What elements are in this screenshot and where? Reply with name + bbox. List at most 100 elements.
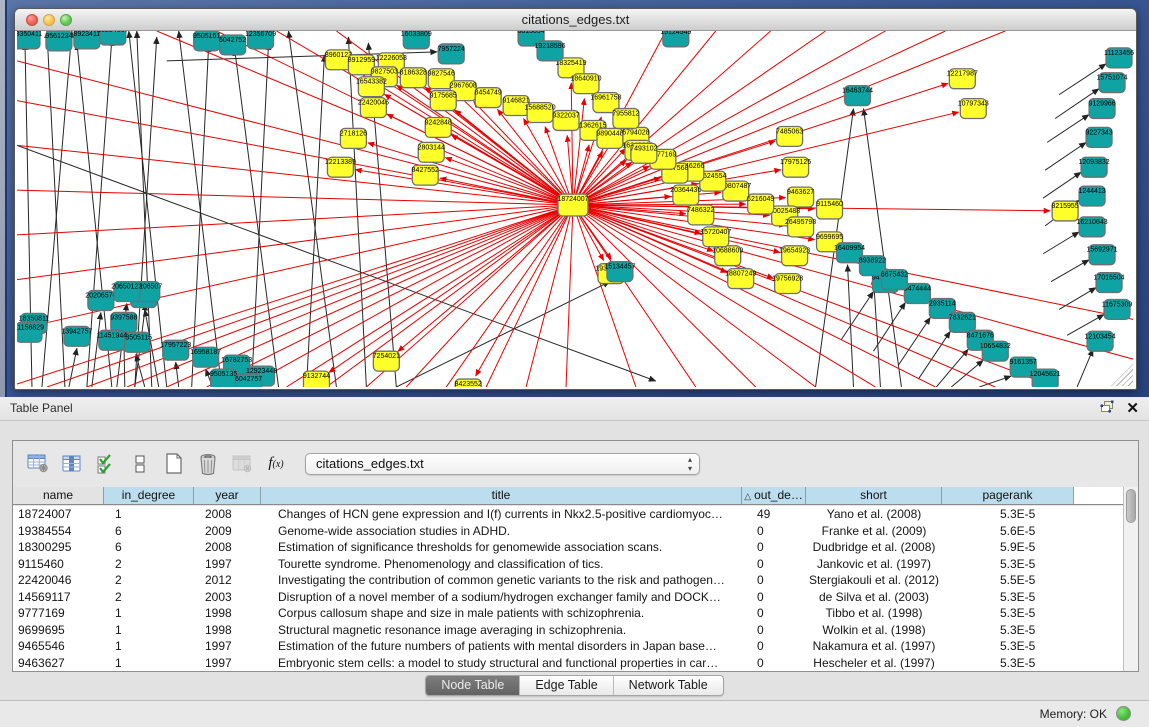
unselect-all-columns-button[interactable] [123,449,157,479]
network-node[interactable]: 8215955 [1052,201,1079,221]
network-node[interactable]: 9474444 [904,284,931,304]
network-node[interactable]: 20206576 [85,291,116,311]
network-node[interactable]: 18640910 [570,74,601,94]
network-node[interactable]: 8427552 [412,165,439,185]
table-row[interactable]: 977716911998Corpus callosum shape and si… [13,605,1123,622]
network-edge[interactable] [289,31,337,387]
window-minimize-button[interactable] [43,14,55,26]
network-node[interactable]: 6042752 [219,35,246,55]
network-node[interactable]: 2718126 [340,128,367,148]
network-node[interactable]: 16543382 [356,77,387,97]
network-window-titlebar[interactable]: citations_edges.txt [15,9,1136,31]
network-node[interactable]: 17975125 [780,157,811,177]
network-edge[interactable] [1077,349,1093,387]
network-edge[interactable] [17,101,573,205]
network-node[interactable]: 15134457 [604,262,635,282]
network-edge[interactable] [247,205,573,387]
table-row[interactable]: 1830029562008Estimation of significance … [13,539,1123,556]
network-edge[interactable] [17,205,573,235]
network-node[interactable]: 19654923 [779,246,810,266]
network-edge[interactable] [1047,115,1089,143]
table-row[interactable]: 1456911722003Disruption of a novel membe… [13,589,1123,606]
float-window-icon[interactable] [1100,400,1114,418]
network-node[interactable]: 9505161 [193,31,220,51]
network-edge[interactable] [69,348,77,387]
network-node[interactable]: 7957224 [438,44,465,64]
column-header-year[interactable]: year [194,487,261,504]
network-node[interactable]: 12045621 [1030,369,1061,387]
network-node[interactable]: 10688609 [712,246,743,266]
network-node[interactable]: 16958187 [190,347,221,367]
network-node[interactable]: 8423552 [455,379,482,387]
network-node[interactable]: 12103454 [1085,331,1116,351]
scrollbar-thumb[interactable] [1126,489,1136,523]
network-node[interactable]: 18350411 [17,31,42,49]
network-node[interactable]: 12213389 [325,157,356,177]
network-edge[interactable] [573,205,1133,359]
table-chooser-select[interactable]: citations_edges.txt ▴▾ [305,453,700,475]
table-row[interactable]: 969969511998Structural magnetic resonanc… [13,622,1123,639]
network-node[interactable]: 19218596 [535,41,566,61]
table-row[interactable]: 946554611997Estimation of the future num… [13,638,1123,655]
network-node[interactable]: 9890448 [596,128,623,148]
window-close-button[interactable] [26,14,38,26]
network-node[interactable]: 26495798 [785,217,816,237]
column-header-name[interactable]: name [13,487,104,504]
network-canvas[interactable]: 1872400789601238912959122260589827503165… [17,31,1134,387]
column-header-title[interactable]: title [261,487,742,504]
tab-edge-table[interactable]: Edge Table [519,676,612,695]
network-node[interactable]: 8454749 [475,88,502,108]
network-node[interactable]: 16033809 [401,31,432,49]
table-row[interactable]: 1872400712008Changes of HCN gene express… [13,506,1123,523]
network-edge[interactable] [398,205,573,352]
vertical-scrollbar[interactable] [1123,487,1138,671]
network-node[interactable]: 6042757 [235,374,262,387]
create-new-column-button[interactable] [157,449,191,479]
network-node[interactable]: 9505135 [210,369,237,387]
network-node[interactable]: 9561234 [45,31,72,51]
network-node[interactable]: 15688520 [525,103,556,123]
network-node[interactable]: 16463744 [842,86,873,106]
network-node[interactable]: 9115460 [816,199,843,219]
network-edge[interactable] [918,331,950,379]
network-node[interactable]: 6675432 [881,270,908,290]
network-node[interactable]: 9129966 [1088,99,1115,119]
close-icon[interactable]: ✕ [1126,401,1139,417]
network-node[interactable]: 9227343 [1085,127,1112,147]
table-row[interactable]: 911546021997Tourette syndrome. Phenomeno… [13,556,1123,573]
network-node[interactable]: 10654832 [980,341,1011,361]
network-edge[interactable] [306,55,324,387]
network-node[interactable]: 10797343 [958,99,989,119]
network-node[interactable]: 6216049 [747,194,774,214]
network-edge[interactable] [898,317,930,365]
network-edge[interactable] [863,109,901,387]
network-edge[interactable] [1043,232,1079,254]
column-header-pagerank[interactable]: pagerank [942,487,1074,504]
network-node[interactable]: 12217987 [947,69,978,89]
network-edge[interactable] [573,205,935,387]
network-node[interactable]: 20650123 [111,282,142,302]
network-edge[interactable] [476,205,573,376]
network-node[interactable]: 22420046 [358,98,389,118]
select-all-columns-button[interactable] [89,449,123,479]
network-edge[interactable] [446,205,573,387]
column-header-out_de[interactable]: △out_de… [742,487,806,504]
network-edge[interactable] [566,205,573,387]
network-node[interactable]: 7955812 [612,109,639,129]
network-node[interactable]: 7632621 [949,312,976,332]
network-node[interactable]: 1244413 [1078,186,1105,206]
network-graph[interactable]: 1872400789601238912959122260589827503165… [17,31,1134,387]
network-node[interactable]: 10234567 [97,31,128,45]
column-header-short[interactable]: short [806,487,942,504]
network-node[interactable]: 11675309 [1102,299,1133,319]
window-zoom-button[interactable] [60,14,72,26]
network-node[interactable]: 7254021 [373,351,400,371]
network-node[interactable]: 17016504 [1094,273,1125,293]
tab-node-table[interactable]: Node Table [426,676,519,695]
network-node[interactable]: 12356709 [245,31,276,49]
network-node[interactable]: 15751074 [1097,73,1128,93]
network-node[interactable]: 15720407 [700,227,731,247]
network-node[interactable]: 8186328 [400,68,427,88]
network-node[interactable]: 13942757 [61,326,92,346]
network-edge[interactable] [1043,172,1081,198]
